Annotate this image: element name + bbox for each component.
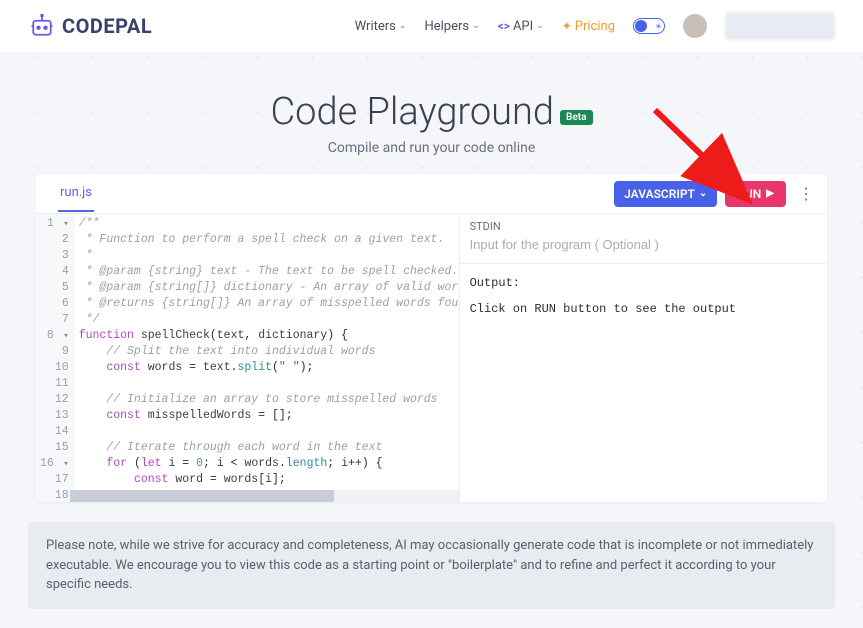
- line-number: 16 ▾: [40, 456, 69, 472]
- line-number: 17: [40, 472, 69, 488]
- file-tab[interactable]: run.js: [58, 175, 94, 212]
- code-line: const word = words[i];: [79, 472, 455, 488]
- language-select[interactable]: JAVASCRIPT ⌄: [614, 181, 717, 207]
- logo[interactable]: CODEPAL: [28, 12, 152, 40]
- output-label: Output:: [470, 276, 817, 290]
- code-line: for (let i = 0; i < words.length; i++) {: [79, 456, 455, 472]
- line-number: 1 ▾: [40, 216, 69, 232]
- avatar[interactable]: [683, 14, 707, 38]
- top-header: CODEPAL Writers ⌄ Helpers ⌄ <> API ⌄ ✦ P…: [0, 0, 863, 52]
- robot-icon: [28, 12, 56, 40]
- nav-helpers[interactable]: Helpers ⌄: [424, 19, 479, 34]
- toggle-knob: [635, 20, 647, 32]
- output-area: Output: Click on RUN button to see the o…: [460, 264, 827, 328]
- chevron-down-icon: ⌄: [399, 21, 407, 31]
- io-panel: STDIN Output: Click on RUN button to see…: [459, 214, 827, 502]
- page-subtitle: Compile and run your code online: [0, 140, 863, 156]
- more-menu-icon[interactable]: ⋮: [794, 184, 817, 203]
- code-content[interactable]: /** * Function to perform a spell check …: [75, 214, 459, 502]
- code-line: * @param {string[]} dictionary - An arra…: [79, 280, 455, 296]
- line-number: 9: [40, 344, 69, 360]
- line-number: 2: [40, 232, 69, 248]
- code-line: const misspelledWords = [];: [79, 408, 455, 424]
- line-number: 8 ▾: [40, 328, 69, 344]
- nav-writers[interactable]: Writers ⌄: [355, 19, 407, 34]
- playground-header: run.js JAVASCRIPT ⌄ RUN ▶ ⋮: [36, 174, 827, 214]
- sparkle-icon: ✦: [562, 19, 572, 33]
- code-line: * @returns {string[]} An array of misspe…: [79, 296, 455, 312]
- code-line: [79, 424, 455, 440]
- horizontal-scrollbar[interactable]: [70, 490, 459, 502]
- code-line: const words = text.split(" ");: [79, 360, 455, 376]
- stdin-label: STDIN: [470, 220, 817, 233]
- code-line: * Function to perform a spell check on a…: [79, 232, 455, 248]
- code-line: /**: [79, 216, 455, 232]
- code-line: * @param {string} text - The text to be …: [79, 264, 455, 280]
- chevron-down-icon: ⌄: [472, 21, 480, 31]
- playground-panel: run.js JAVASCRIPT ⌄ RUN ▶ ⋮ 1 ▾2 3 4 5 6…: [36, 174, 827, 502]
- line-number: 13: [40, 408, 69, 424]
- scrollbar-thumb[interactable]: [70, 490, 334, 502]
- line-number: 14: [40, 424, 69, 440]
- chevron-down-icon: ⌄: [536, 21, 544, 31]
- run-button[interactable]: RUN ▶: [725, 181, 786, 207]
- playground-body: 1 ▾2 3 4 5 6 7 8 ▾9 10 11 12 13 14 15 16…: [36, 214, 827, 502]
- line-gutter: 1 ▾2 3 4 5 6 7 8 ▾9 10 11 12 13 14 15 16…: [36, 214, 75, 502]
- sun-icon: ☀: [655, 22, 662, 31]
- line-number: 4: [40, 264, 69, 280]
- playground-controls: JAVASCRIPT ⌄ RUN ▶ ⋮: [614, 181, 817, 207]
- line-number: 10: [40, 360, 69, 376]
- title-area: Code Playground Beta Compile and run you…: [0, 52, 863, 174]
- code-line: [79, 376, 455, 392]
- line-number: 15: [40, 440, 69, 456]
- code-editor[interactable]: 1 ▾2 3 4 5 6 7 8 ▾9 10 11 12 13 14 15 16…: [36, 214, 459, 502]
- footer-note: Please note, while we strive for accurac…: [28, 522, 835, 609]
- stdin-area: STDIN: [460, 214, 827, 264]
- code-line: */: [79, 312, 455, 328]
- line-number: 6: [40, 296, 69, 312]
- output-text: Click on RUN button to see the output: [470, 302, 817, 316]
- code-icon: <>: [498, 19, 510, 33]
- code-line: // Iterate through each word in the text: [79, 440, 455, 456]
- line-number: 11: [40, 376, 69, 392]
- beta-badge: Beta: [560, 110, 592, 125]
- line-number: 7: [40, 312, 69, 328]
- line-number: 18: [40, 488, 69, 502]
- code-line: *: [79, 248, 455, 264]
- code-line: // Split the text into individual words: [79, 344, 455, 360]
- line-number: 5: [40, 280, 69, 296]
- nav-api[interactable]: <> API ⌄: [498, 19, 544, 34]
- nav-pricing[interactable]: ✦ Pricing: [562, 19, 615, 34]
- play-icon: ▶: [766, 188, 774, 199]
- chevron-down-icon: ⌄: [699, 188, 707, 199]
- stdin-input[interactable]: [470, 237, 817, 252]
- page-title: Code Playground Beta: [270, 90, 592, 134]
- line-number: 3: [40, 248, 69, 264]
- code-line: function spellCheck(text, dictionary) {: [79, 328, 455, 344]
- user-menu[interactable]: [725, 12, 835, 40]
- top-nav: Writers ⌄ Helpers ⌄ <> API ⌄ ✦ Pricing ☀: [355, 12, 835, 40]
- theme-toggle[interactable]: ☀: [633, 18, 665, 34]
- logo-text: CODEPAL: [62, 14, 152, 38]
- line-number: 12: [40, 392, 69, 408]
- code-line: // Initialize an array to store misspell…: [79, 392, 455, 408]
